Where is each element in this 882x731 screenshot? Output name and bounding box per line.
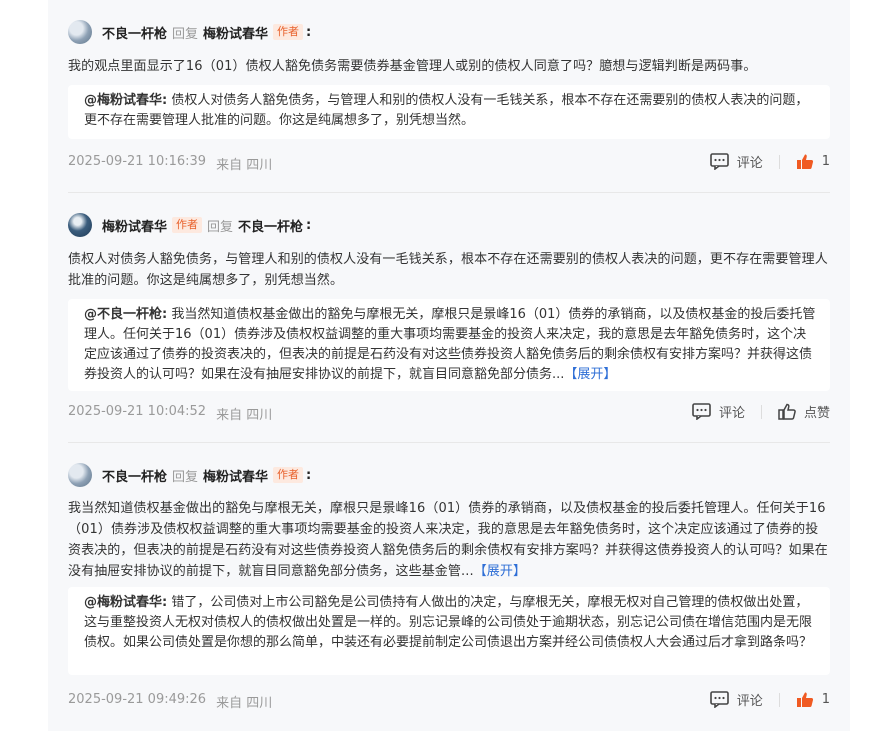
author-name[interactable]: 不良一杆枪 [102,23,167,42]
quote-author[interactable]: @不良一杆枪: [84,307,167,322]
comment-text: 我当然知道债权基金做出的豁免与摩根无关，摩根只是景峰16（01）债券的承销商，以… [68,498,830,582]
divider [68,192,830,193]
like-count: 1 [821,154,830,169]
avatar[interactable] [68,20,92,44]
comment-label: 评论 [736,156,763,171]
comment-item: 不良一杆枪 回复 梅粉试春华 作者 : 我当然知道债权基金做出的豁免与摩根无关，… [68,463,830,718]
reply-word: 回复 [172,26,199,42]
reply-word: 回复 [207,219,234,235]
divider [68,442,830,443]
action-divider [778,154,780,169]
quote-text: 债权人对债务人豁免债务，与管理人和别的债权人没有一毛钱关系，根本不存在还需要别的… [84,93,809,128]
reply-target-name[interactable]: 梅粉试春华 [203,23,268,42]
timestamp: 2025-09-21 10:04:52 [68,404,207,419]
expand-link[interactable]: 【展开】 [564,367,616,382]
avatar[interactable] [68,213,92,237]
comment-button[interactable]: 评论 [692,402,745,421]
comment-item: 不良一杆枪 回复 梅粉试春华 作者 : 我的观点里面显示了16（01）债权人豁免… [68,20,830,180]
avatar[interactable] [68,463,92,487]
author-badge: 作者 [273,24,304,40]
like-button[interactable]: 点赞 [778,402,830,421]
comment-meta: 2025-09-21 10:04:52 来自 四川 [68,404,272,423]
comment-button[interactable]: 评论 [709,690,763,709]
comment-label: 评论 [736,694,763,709]
location: 来自 四川 [216,158,273,173]
quote-author[interactable]: @梅粉试春华: [84,595,167,610]
quote-text: 我当然知道债权基金做出的豁免与摩根无关，摩根只是景峰16（01）债券的承销商，以… [84,307,816,382]
author-name[interactable]: 不良一杆枪 [102,466,167,485]
reply-target-name[interactable]: 梅粉试春华 [203,466,268,485]
action-divider [778,692,780,707]
comment-bubble-icon [709,153,729,170]
quote-author[interactable]: @梅粉试春华: [84,93,167,108]
author-name[interactable]: 梅粉试春华 [102,216,167,235]
comment-header: 不良一杆枪 回复 梅粉试春华 作者 : [68,20,311,44]
comment-header: 梅粉试春华 作者 回复 不良一杆枪 : [68,213,311,237]
comment-item: 梅粉试春华 作者 回复 不良一杆枪 : 债权人对债务人豁免债务，与管理人和别的债… [68,213,830,428]
action-divider [760,404,762,419]
thumbs-up-icon [778,403,796,420]
quoted-comment: @梅粉试春华: 债权人对债务人豁免债务，与管理人和别的债权人没有一毛钱关系，根本… [68,85,830,139]
reply-target-name[interactable]: 不良一杆枪 [238,216,303,235]
header-colon: : [306,467,312,483]
comment-actions: 评论 点赞 [692,402,830,421]
comment-button[interactable]: 评论 [709,152,763,171]
reply-word: 回复 [172,469,199,485]
comment-text: 债权人对债务人豁免债务，与管理人和别的债权人没有一毛钱关系，根本不存在还需要别的… [68,252,828,288]
comment-bubble-icon [709,691,729,708]
like-button[interactable]: 1 [796,691,830,708]
comment-meta: 2025-09-21 09:49:26 来自 四川 [68,692,272,711]
thumbs-up-icon [796,154,813,169]
quoted-comment: @梅粉试春华: 错了，公司债对上市公司豁免是公司债持有人做出的决定，与摩根无关，… [68,587,830,675]
author-badge: 作者 [172,217,203,233]
timestamp: 2025-09-21 10:16:39 [68,154,207,169]
quote-text: 错了，公司债对上市公司豁免是公司债持有人做出的决定，与摩根无关，摩根无权对自己管… [84,595,813,650]
comment-label: 评论 [718,406,745,421]
quoted-comment: @不良一杆枪: 我当然知道债权基金做出的豁免与摩根无关，摩根只是景峰16（01）… [68,299,830,391]
author-badge: 作者 [273,467,304,483]
expand-link[interactable]: 【展开】 [474,564,526,579]
location: 来自 四川 [216,408,273,423]
comment-actions: 评论 1 [709,152,830,171]
like-button[interactable]: 1 [796,153,830,170]
header-colon: : [306,217,312,233]
like-label: 点赞 [803,406,830,421]
comment-meta: 2025-09-21 10:16:39 来自 四川 [68,154,272,173]
comment-actions: 评论 1 [709,690,830,709]
comment-text: 我的观点里面显示了16（01）债权人豁免债务需要债券基金管理人或别的债权人同意了… [68,59,757,74]
comment-bubble-icon [692,403,711,420]
timestamp: 2025-09-21 09:49:26 [68,692,207,707]
comment-text-body: 我当然知道债权基金做出的豁免与摩根无关，摩根只是景峰16（01）债券的承销商，以… [68,501,828,579]
comment-header: 不良一杆枪 回复 梅粉试春华 作者 : [68,463,311,487]
like-count: 1 [821,692,830,707]
header-colon: : [306,24,312,40]
thumbs-up-icon [796,692,813,707]
location: 来自 四川 [216,696,273,711]
